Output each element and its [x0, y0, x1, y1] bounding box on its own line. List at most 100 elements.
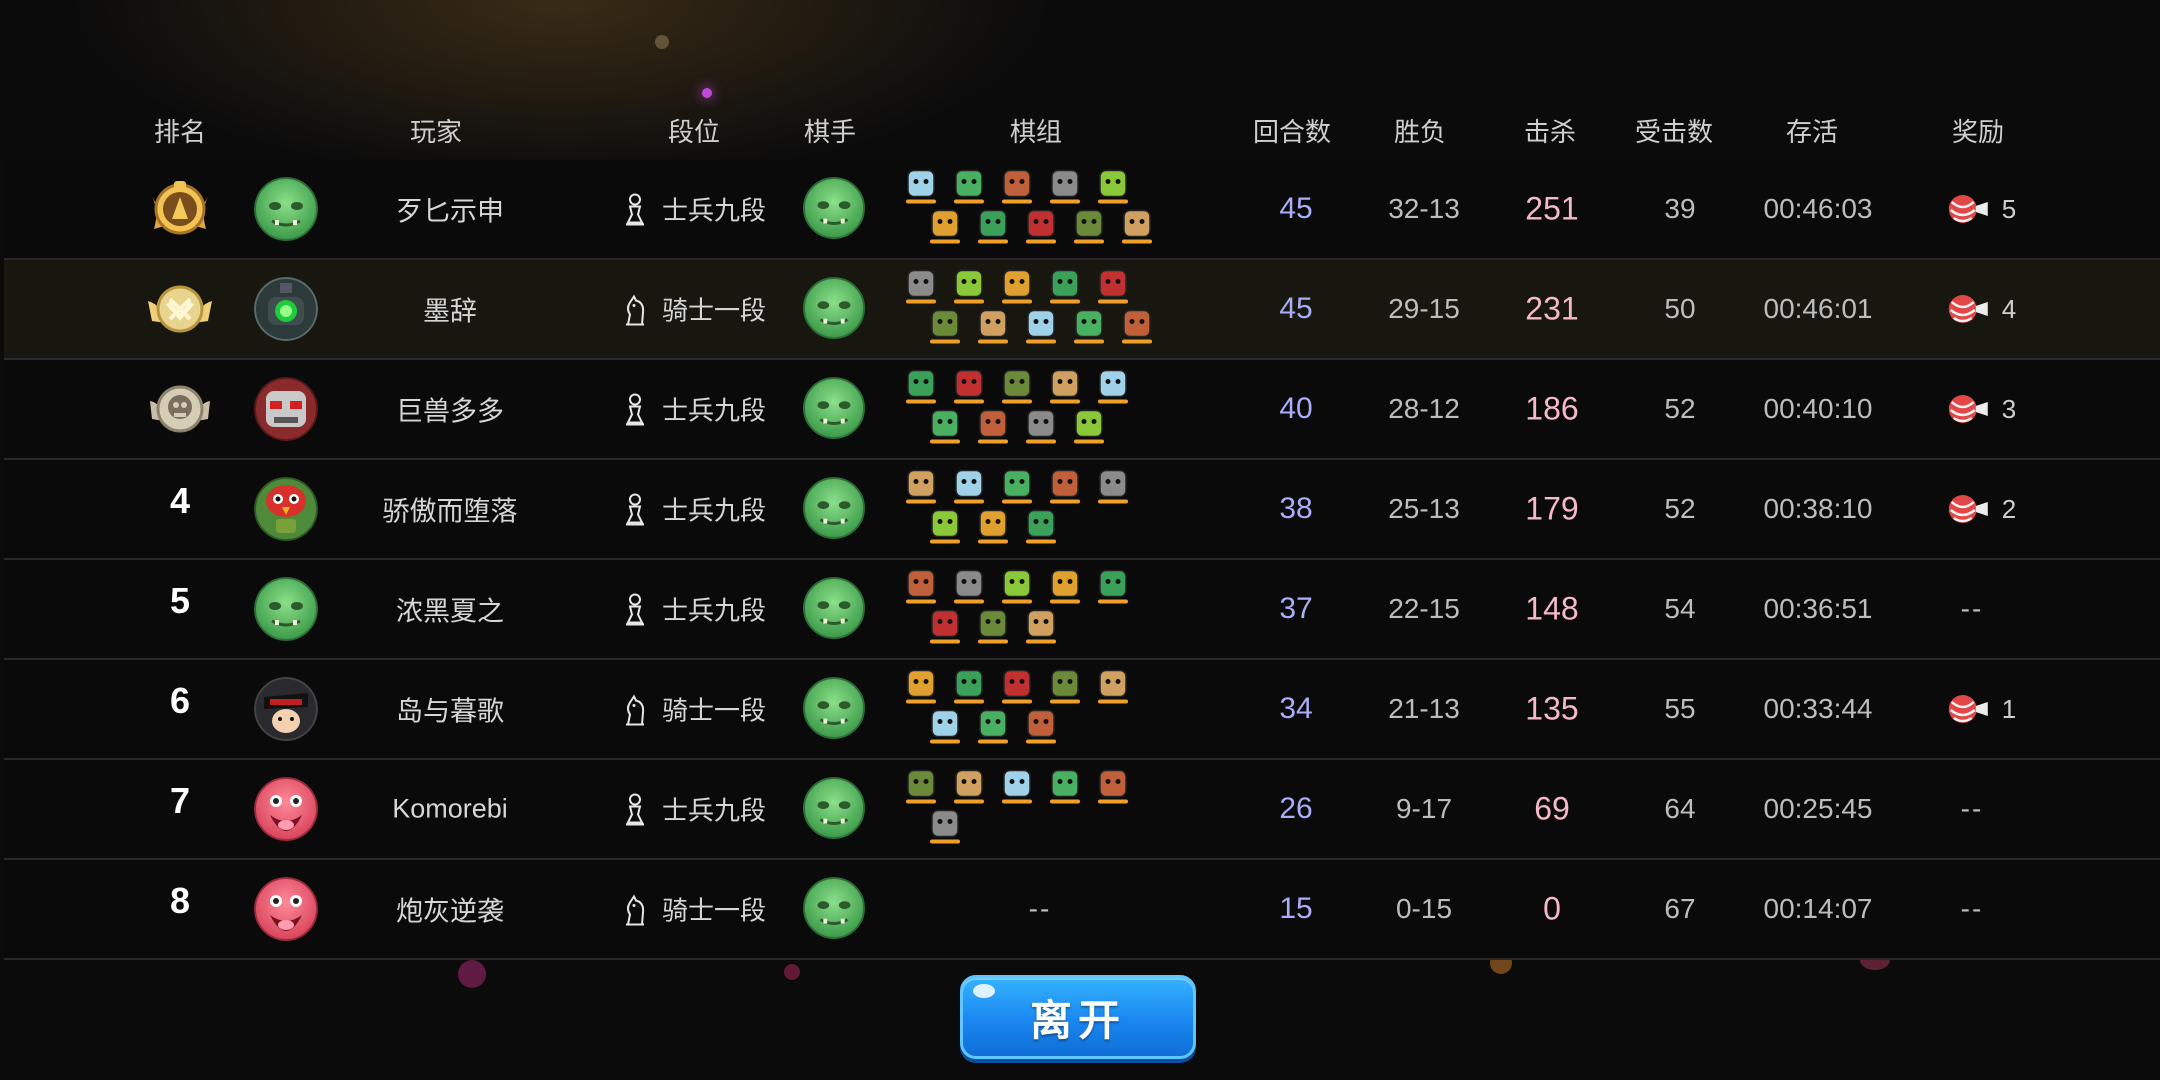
chess-piece-icon[interactable] — [1098, 369, 1128, 404]
chess-piece-icon[interactable] — [906, 369, 936, 404]
chess-piece-icon[interactable] — [1098, 169, 1128, 204]
chess-piece-icon[interactable] — [906, 269, 936, 304]
chess-piece-icon[interactable] — [1050, 169, 1080, 204]
chess-piece-icon[interactable] — [906, 469, 936, 504]
lineup — [890, 265, 1190, 354]
player-name[interactable]: 巨兽多多 — [396, 390, 504, 429]
chess-piece-icon[interactable] — [954, 369, 984, 404]
chess-piece-icon[interactable] — [1002, 569, 1032, 604]
pink-monster-avatar[interactable] — [254, 877, 318, 941]
table-row[interactable]: 4 骄傲而堕落 士兵九段 38 25-13 179 52 00:38:10 2 — [4, 460, 2160, 560]
rank-number: 4 — [169, 480, 191, 522]
reward-count: 2 — [2001, 493, 2017, 524]
table-row[interactable]: 6 岛与暮歌 骑士一段 34 21-13 135 55 00:33:44 1 — [4, 660, 2160, 760]
table-row[interactable]: 8 炮灰逆袭 骑士一段 -- 15 0-15 0 67 00:14:07 -- — [4, 860, 2160, 960]
ninja-avatar[interactable] — [254, 677, 318, 741]
chess-piece-icon[interactable] — [954, 269, 984, 304]
chess-piece-icon[interactable] — [1026, 409, 1056, 444]
chess-piece-icon[interactable] — [1026, 609, 1056, 644]
chess-player-ogre-icon[interactable] — [802, 877, 866, 941]
chess-piece-icon[interactable] — [954, 169, 984, 204]
chess-piece-icon[interactable] — [1098, 469, 1128, 504]
chess-piece-icon[interactable] — [1074, 409, 1104, 444]
chess-piece-icon[interactable] — [906, 169, 936, 204]
candy-reward-icon — [1944, 392, 1990, 426]
player-name[interactable]: 岛与暮歌 — [396, 690, 504, 729]
chess-piece-icon[interactable] — [1074, 309, 1104, 344]
chess-piece-icon[interactable] — [954, 569, 984, 604]
table-row[interactable]: 7 Komorebi 士兵九段 26 9-17 69 64 00:25:45 -- — [4, 760, 2160, 860]
chess-piece-icon[interactable] — [930, 609, 960, 644]
chess-piece-icon[interactable] — [1050, 469, 1080, 504]
win-loss-value: 25-13 — [1388, 493, 1460, 524]
chess-piece-icon[interactable] — [1098, 269, 1128, 304]
chess-piece-icon[interactable] — [930, 409, 960, 444]
chess-piece-icon[interactable] — [1098, 669, 1128, 704]
chess-piece-icon[interactable] — [906, 569, 936, 604]
chess-piece-icon[interactable] — [1002, 669, 1032, 704]
chess-player-ogre-icon[interactable] — [802, 577, 866, 641]
parrot-avatar[interactable] — [254, 477, 318, 541]
leave-button[interactable]: 离开 — [960, 975, 1196, 1059]
chess-piece-icon[interactable] — [1026, 209, 1056, 244]
chess-piece-icon[interactable] — [1002, 769, 1032, 804]
chess-piece-icon[interactable] — [930, 209, 960, 244]
chess-piece-icon[interactable] — [1050, 369, 1080, 404]
player-name[interactable]: Komorebi — [392, 794, 508, 825]
chess-piece-icon[interactable] — [1002, 269, 1032, 304]
chess-piece-icon[interactable] — [978, 309, 1008, 344]
chess-piece-icon[interactable] — [954, 769, 984, 804]
chess-piece-icon[interactable] — [1050, 269, 1080, 304]
chess-piece-icon[interactable] — [1002, 169, 1032, 204]
chess-piece-icon[interactable] — [978, 709, 1008, 744]
chess-player-ogre-icon[interactable] — [802, 477, 866, 541]
survival-time: 00:25:45 — [1763, 793, 1873, 824]
chess-piece-icon[interactable] — [1122, 309, 1152, 344]
chess-piece-icon[interactable] — [930, 809, 960, 844]
chess-player-ogre-icon[interactable] — [802, 177, 866, 241]
green-ogre-avatar[interactable] — [254, 577, 318, 641]
robot-eye-avatar[interactable] — [254, 277, 318, 341]
chess-piece-icon[interactable] — [906, 669, 936, 704]
chess-piece-icon[interactable] — [1002, 469, 1032, 504]
chess-piece-icon[interactable] — [1098, 769, 1128, 804]
chess-piece-icon[interactable] — [1050, 769, 1080, 804]
chess-piece-icon[interactable] — [1026, 709, 1056, 744]
player-name[interactable]: 浓黑夏之 — [396, 590, 504, 629]
win-loss-value: 22-15 — [1388, 593, 1460, 624]
chess-piece-icon[interactable] — [978, 209, 1008, 244]
green-ogre-avatar[interactable] — [254, 177, 318, 241]
chess-piece-icon[interactable] — [954, 469, 984, 504]
chess-piece-icon[interactable] — [1026, 509, 1056, 544]
table-row[interactable]: 歹匕示申 士兵九段 45 32-13 251 39 00:46:03 5 — [4, 160, 2160, 260]
chess-piece-icon[interactable] — [1074, 209, 1104, 244]
chess-piece-icon[interactable] — [1026, 309, 1056, 344]
chess-piece-icon[interactable] — [978, 509, 1008, 544]
chess-piece-icon[interactable] — [1122, 209, 1152, 244]
player-name[interactable]: 骄傲而堕落 — [383, 490, 518, 529]
chess-piece-icon[interactable] — [1002, 369, 1032, 404]
player-name[interactable]: 炮灰逆袭 — [396, 890, 504, 929]
chess-piece-icon[interactable] — [954, 669, 984, 704]
chess-piece-icon[interactable] — [906, 769, 936, 804]
chess-piece-icon[interactable] — [978, 609, 1008, 644]
chess-piece-icon[interactable] — [978, 409, 1008, 444]
chess-player-ogre-icon[interactable] — [802, 677, 866, 741]
table-row[interactable]: 巨兽多多 士兵九段 40 28-12 186 52 00:40:10 3 — [4, 360, 2160, 460]
table-row[interactable]: 5 浓黑夏之 士兵九段 37 22-15 148 54 00:36:51 -- — [4, 560, 2160, 660]
chess-player-ogre-icon[interactable] — [802, 277, 866, 341]
chess-piece-icon[interactable] — [1098, 569, 1128, 604]
red-skull-avatar[interactable] — [254, 377, 318, 441]
player-name[interactable]: 墨辞 — [423, 290, 477, 329]
chess-piece-icon[interactable] — [930, 509, 960, 544]
player-name[interactable]: 歹匕示申 — [396, 190, 504, 229]
chess-piece-icon[interactable] — [930, 309, 960, 344]
chess-piece-icon[interactable] — [1050, 569, 1080, 604]
pink-monster-avatar[interactable] — [254, 777, 318, 841]
chess-piece-icon[interactable] — [930, 709, 960, 744]
chess-player-ogre-icon[interactable] — [802, 777, 866, 841]
chess-player-ogre-icon[interactable] — [802, 377, 866, 441]
table-row[interactable]: 墨辞 骑士一段 45 29-15 231 50 00:46:01 4 — [4, 260, 2160, 360]
win-loss-value: 0-15 — [1395, 893, 1453, 924]
chess-piece-icon[interactable] — [1050, 669, 1080, 704]
